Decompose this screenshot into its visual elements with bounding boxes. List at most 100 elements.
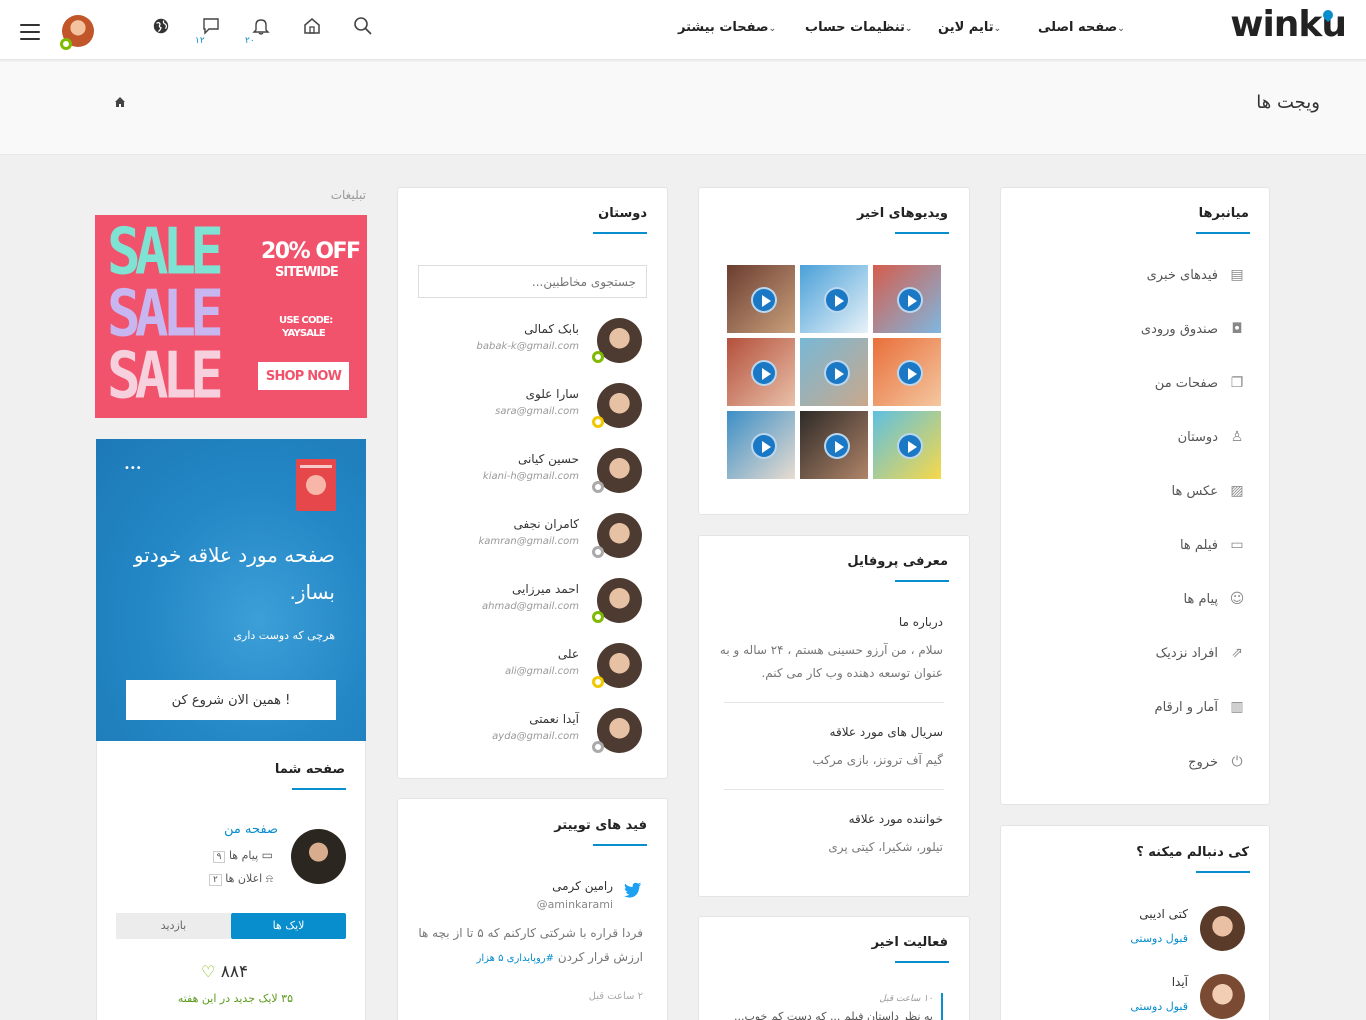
new-likes-text: ۳۵ لایک جدید در این هفته bbox=[177, 992, 293, 1005]
play-icon[interactable] bbox=[824, 360, 850, 386]
online-status-dot bbox=[60, 38, 72, 50]
play-icon[interactable] bbox=[824, 433, 850, 459]
friend-email[interactable]: sara@gmail.com bbox=[495, 406, 579, 417]
more-options-icon[interactable]: ••• bbox=[124, 463, 142, 474]
friend-name[interactable]: بابک کمالی bbox=[524, 322, 579, 336]
video-thumbnail[interactable] bbox=[800, 338, 868, 406]
contacts-search-input[interactable] bbox=[418, 265, 647, 298]
nav-timeline[interactable]: ⌄تایم لاین bbox=[938, 20, 1007, 35]
globe-icon[interactable] bbox=[148, 16, 174, 42]
page-header bbox=[0, 62, 1366, 155]
sale-word: SALE bbox=[107, 339, 224, 414]
accept-friend-link[interactable]: قبول دوستی bbox=[1130, 1000, 1188, 1013]
play-icon[interactable] bbox=[751, 287, 777, 313]
friend-email[interactable]: kiani-h@gmail.com bbox=[483, 471, 579, 482]
friend-name[interactable]: حسین کیانی bbox=[518, 452, 579, 466]
nav-home[interactable]: ⌄صفحه اصلی bbox=[1038, 20, 1131, 35]
page-avatar[interactable] bbox=[291, 829, 346, 884]
shop-now-button[interactable]: SHOP NOW bbox=[258, 362, 349, 390]
notifications-count: ۲۰ bbox=[245, 36, 255, 46]
my-page-link[interactable]: صفحه من bbox=[224, 822, 278, 837]
status-dot bbox=[592, 676, 604, 688]
video-thumbnail[interactable] bbox=[800, 265, 868, 333]
tweet-author[interactable]: رامین کرمی bbox=[552, 879, 613, 893]
about-heading: درباره ما bbox=[898, 615, 943, 629]
shortcut-my-pages[interactable]: ❐صفحات من bbox=[1155, 375, 1246, 391]
home-icon[interactable] bbox=[299, 16, 325, 42]
video-thumbnail[interactable] bbox=[727, 265, 795, 333]
friend-name[interactable]: احمد میرزایی bbox=[512, 582, 579, 596]
friend-email[interactable]: ali@gmail.com bbox=[505, 666, 579, 677]
sale-banner[interactable]: SALE SALE SALE 20% OFF SITEWIDE USE CODE… bbox=[95, 215, 367, 418]
divider bbox=[724, 789, 944, 790]
video-thumbnail[interactable] bbox=[873, 265, 941, 333]
avatar[interactable] bbox=[1200, 906, 1245, 951]
shortcut-logout[interactable]: ⏻خروج bbox=[1188, 754, 1246, 770]
video-thumbnail[interactable] bbox=[727, 411, 795, 479]
tab-likes[interactable]: لایک ها bbox=[231, 913, 346, 939]
profile-intro-title: معرفی پروفایل bbox=[847, 554, 948, 569]
friends-title: دوستان bbox=[598, 206, 647, 221]
play-icon[interactable] bbox=[897, 433, 923, 459]
chat-icon: ☺ bbox=[1229, 591, 1245, 607]
friend-email[interactable]: ayda@gmail.com bbox=[492, 731, 579, 742]
activity-title: فعالیت اخیر bbox=[871, 935, 948, 950]
follower-name[interactable]: آیدا bbox=[1172, 975, 1188, 989]
tweet-handle[interactable]: @aminkarami bbox=[537, 898, 613, 911]
nav-more-pages[interactable]: ⌄صفحات بیشتر bbox=[678, 20, 782, 35]
shortcut-messages[interactable]: ☺پیام ها bbox=[1184, 591, 1247, 607]
tab-visits[interactable]: بازدید bbox=[116, 913, 231, 939]
shortcut-videos[interactable]: ▭فیلم ها bbox=[1180, 537, 1246, 553]
play-icon[interactable] bbox=[897, 287, 923, 313]
shortcut-photos[interactable]: ▨عکس ها bbox=[1172, 483, 1246, 499]
friend-email[interactable]: ahmad@gmail.com bbox=[482, 601, 579, 612]
avatar[interactable] bbox=[1200, 974, 1245, 1019]
accept-friend-link[interactable]: قبول دوستی bbox=[1130, 932, 1188, 945]
your-page-title: صفحه شما bbox=[274, 762, 345, 777]
follower-name[interactable]: کتی ادیبی bbox=[1139, 907, 1188, 921]
chevron-down-icon: ⌄ bbox=[1117, 24, 1125, 34]
twitter-title: فید های توییتر bbox=[554, 818, 647, 833]
play-icon[interactable] bbox=[751, 360, 777, 386]
video-thumbnail[interactable] bbox=[873, 411, 941, 479]
shortcut-nearby[interactable]: ⇗افراد نزدیک bbox=[1156, 645, 1246, 661]
breadcrumb-home-icon[interactable] bbox=[114, 96, 126, 112]
promo-banner: ••• صفحه مورد علاقه خودتو بساز. هرچی که … bbox=[96, 439, 366, 741]
promo-headline: صفحه مورد علاقه خودتو bbox=[133, 543, 335, 567]
tweet-hashtag[interactable]: #روپایداری ۵ هزار bbox=[477, 953, 554, 964]
friend-name[interactable]: سارا علوی bbox=[526, 387, 579, 401]
shortcut-stats[interactable]: ▥آمار و ارقام bbox=[1155, 699, 1246, 715]
timeline-line bbox=[941, 993, 943, 1020]
page-notifications[interactable]: ⍾ اعلان ها ۲ bbox=[208, 872, 273, 886]
video-thumbnail[interactable] bbox=[873, 338, 941, 406]
video-thumbnail[interactable] bbox=[727, 338, 795, 406]
shortcuts-title: میانبرها bbox=[1198, 206, 1249, 221]
title-underline bbox=[1196, 232, 1250, 234]
hamburger-menu-icon[interactable] bbox=[20, 24, 40, 45]
video-thumbnail[interactable] bbox=[800, 411, 868, 479]
title-underline bbox=[292, 788, 346, 790]
nav-account-settings[interactable]: ⌄تنظیمات حساب bbox=[805, 20, 918, 35]
shortcut-inbox[interactable]: ◘صندوق ورودی bbox=[1141, 321, 1246, 337]
friend-email[interactable]: kamran@gmail.com bbox=[478, 536, 579, 547]
status-dot bbox=[592, 611, 604, 623]
friend-email[interactable]: babak-k@gmail.com bbox=[477, 341, 579, 352]
shortcut-newsfeed[interactable]: ▤فیدهای خبری bbox=[1147, 267, 1246, 283]
friend-name[interactable]: کامران نجفی bbox=[513, 517, 579, 531]
status-dot bbox=[592, 416, 604, 428]
sitewide-text: SITEWIDE bbox=[275, 265, 339, 280]
shortcut-friends[interactable]: ♙دوستان bbox=[1178, 429, 1246, 445]
friend-name[interactable]: آیدا نعمتی bbox=[529, 712, 579, 726]
friend-name[interactable]: علی bbox=[558, 647, 579, 661]
chevron-down-icon: ⌄ bbox=[904, 24, 913, 34]
share-icon: ⇗ bbox=[1231, 645, 1243, 661]
play-icon[interactable] bbox=[897, 360, 923, 386]
power-icon: ⏻ bbox=[1231, 754, 1243, 770]
start-now-button[interactable]: همین الان شروع کن ! bbox=[126, 680, 336, 720]
play-icon[interactable] bbox=[824, 287, 850, 313]
search-icon[interactable] bbox=[350, 16, 376, 42]
play-icon[interactable] bbox=[751, 433, 777, 459]
page-messages[interactable]: ▭ پیام ها ۹ bbox=[212, 848, 273, 863]
series-text: گیم آف ترونز، بازی مرکب bbox=[812, 753, 943, 767]
status-dot bbox=[592, 546, 604, 558]
